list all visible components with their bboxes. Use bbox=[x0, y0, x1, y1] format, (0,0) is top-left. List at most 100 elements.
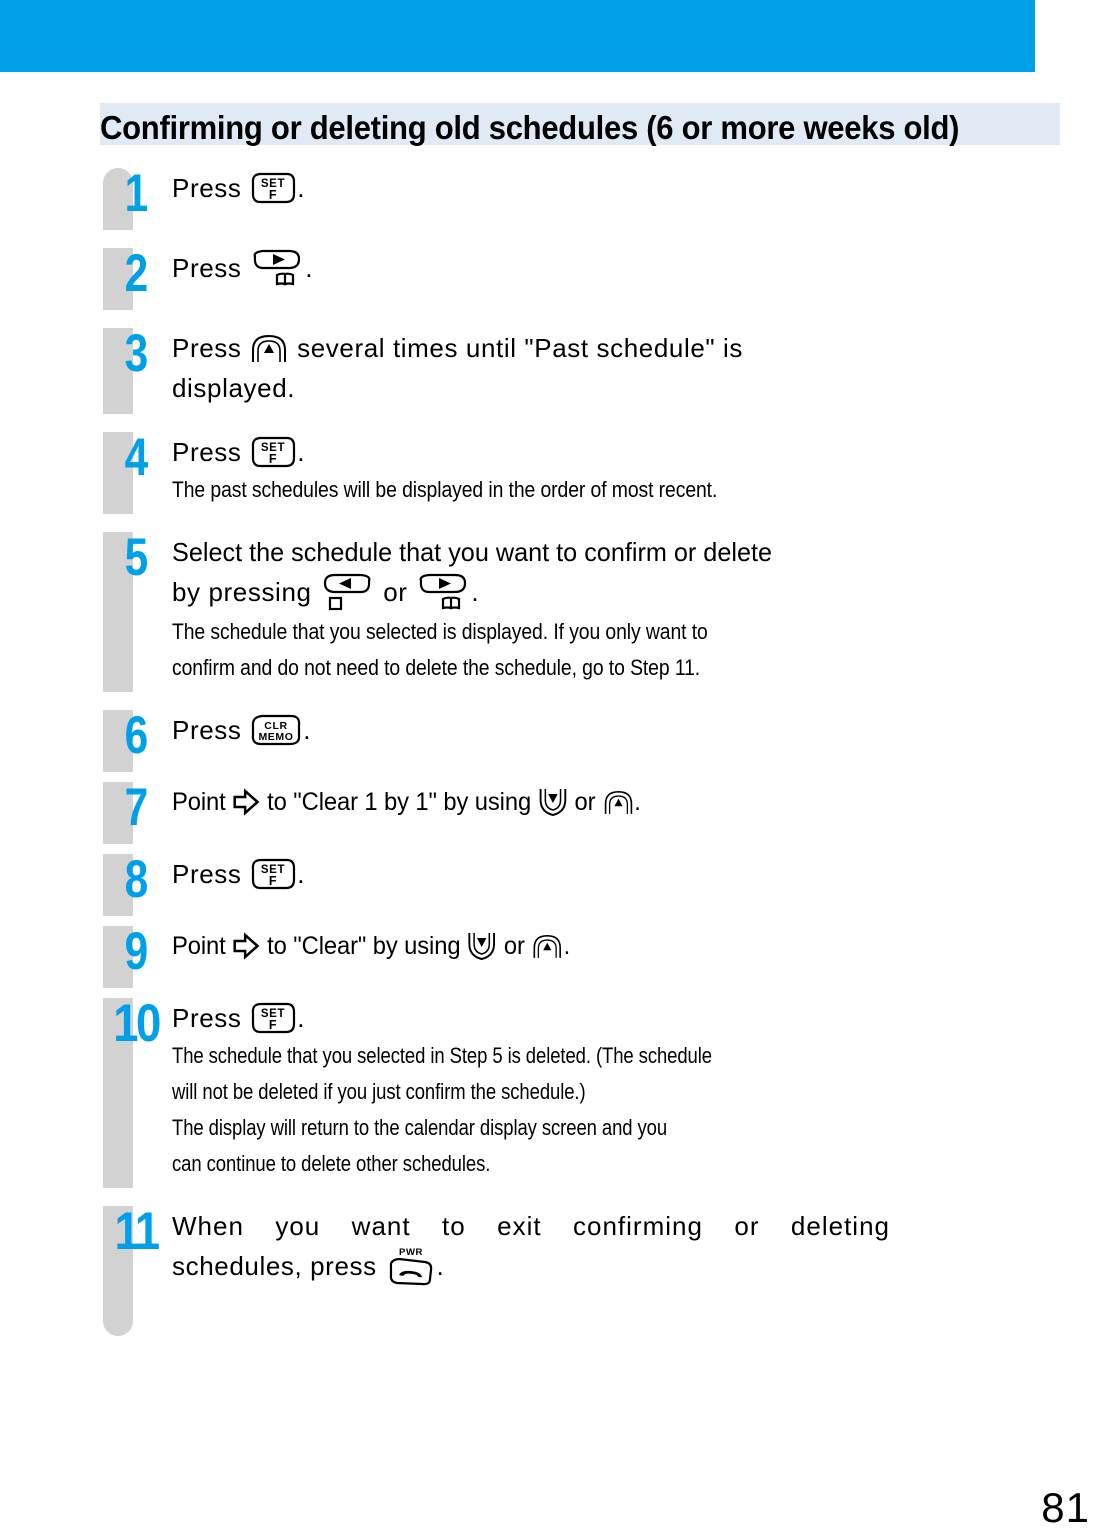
step-instruction: Press . bbox=[172, 248, 313, 290]
svg-text:F: F bbox=[269, 1018, 277, 1032]
step-gap bbox=[0, 916, 1104, 927]
step-item: 10 Press SET F. The schedule that you sel… bbox=[0, 994, 1104, 1189]
step-instruction-b: to "Clear 1 by 1" by using bbox=[260, 788, 538, 817]
step-number: 11 bbox=[114, 1202, 160, 1262]
step-number: 3 bbox=[124, 324, 149, 383]
step-instruction-suffix: . bbox=[297, 859, 306, 890]
step-item: 4 Press SET F. The past schedules will be… bbox=[0, 428, 1104, 514]
step-note: can continue to delete other schedules. bbox=[172, 1151, 491, 1177]
clr-memo-key-icon: CLR MEMO bbox=[249, 713, 303, 747]
step-instruction-prefix: Press bbox=[172, 253, 250, 283]
svg-text:F: F bbox=[269, 874, 277, 888]
step-body: Press SET F. bbox=[172, 168, 335, 230]
set-f-key-icon: SET F bbox=[249, 857, 297, 891]
step-instruction-line2-a: schedules, press bbox=[172, 1251, 385, 1282]
page-number: 81 bbox=[1041, 1484, 1090, 1531]
step-body: Point to "Clear 1 by 1" by using or . bbox=[172, 782, 695, 844]
step-instruction-prefix: Press bbox=[172, 437, 250, 467]
step-gap bbox=[0, 844, 1104, 855]
step-number: 2 bbox=[124, 244, 149, 303]
step-instruction-line2-b: or bbox=[375, 577, 416, 607]
step-instruction-suffix: . bbox=[305, 253, 314, 283]
left-arrow-card-key-icon bbox=[319, 572, 375, 612]
step-instruction-prefix: Press bbox=[172, 859, 250, 890]
pointer-arrow-icon bbox=[232, 931, 261, 960]
step-instruction-d: . bbox=[634, 788, 641, 817]
step-instruction: Press SET F. bbox=[172, 168, 305, 208]
step-number: 10 bbox=[113, 994, 161, 1054]
step-instruction: Point to "Clear 1 by 1" by using or . bbox=[172, 782, 641, 822]
step-instruction: When you want to exit confirming or dele… bbox=[172, 1211, 890, 1242]
right-arrow-book-key-icon bbox=[249, 248, 305, 288]
up-arrow-key-icon bbox=[531, 931, 563, 961]
step-body: Press SET F. bbox=[172, 854, 335, 916]
top-banner-bar bbox=[0, 0, 1035, 72]
step-instruction-b: to "Clear" by using bbox=[260, 932, 467, 961]
set-f-key-icon: SET F bbox=[249, 435, 297, 469]
step-instruction-suffix: . bbox=[297, 1003, 306, 1034]
step-item: 6 Press CLR MEMO. bbox=[0, 709, 1104, 773]
svg-text:F: F bbox=[269, 188, 277, 202]
step-note: The past schedules will be displayed in … bbox=[172, 477, 718, 502]
step-gap bbox=[0, 230, 1104, 248]
step-instruction: Press SET F. bbox=[172, 854, 305, 894]
step-gap bbox=[0, 414, 1104, 432]
step-number: 4 bbox=[124, 428, 149, 487]
step-instruction: Press SET F. bbox=[172, 432, 792, 472]
step-note: The display will return to the calendar … bbox=[172, 1115, 668, 1141]
power-key-icon: PWR bbox=[385, 1244, 437, 1288]
step-body: When you want to exit confirming or dele… bbox=[172, 1206, 920, 1336]
right-arrow-book-key-icon bbox=[415, 572, 471, 612]
step-instruction-suffix: . bbox=[297, 173, 306, 203]
step-item: 8 Press SET F. bbox=[0, 850, 1104, 917]
svg-text:F: F bbox=[269, 452, 277, 466]
step-instruction-a: Point bbox=[172, 788, 233, 817]
step-instruction: Point to "Clear" by using or . bbox=[172, 926, 570, 966]
step-number: 9 bbox=[124, 922, 149, 982]
step-instruction-suffix: . bbox=[297, 437, 306, 467]
step-instruction-line2-c: . bbox=[436, 1251, 445, 1282]
step-instruction: Press several times until "Past schedule… bbox=[172, 328, 743, 368]
step-gap bbox=[0, 1188, 1104, 1207]
step-number: 1 bbox=[124, 164, 149, 223]
down-arrow-key-icon bbox=[467, 930, 497, 962]
step-instruction-line2-c: . bbox=[471, 577, 480, 607]
step-instruction-line2: by pressing or . bbox=[172, 572, 791, 614]
pointer-arrow-icon bbox=[232, 787, 261, 816]
steps-list: 1 Press SET F. 2 Press . 3 Press several … bbox=[0, 164, 1104, 1337]
step-item: 2 Press . bbox=[0, 244, 1104, 310]
step-number: 8 bbox=[124, 850, 149, 910]
step-instruction-line2: displayed. bbox=[172, 373, 296, 403]
step-gap bbox=[0, 988, 1104, 999]
up-arrow-key-icon bbox=[249, 331, 289, 365]
step-body: Press several times until "Past schedule… bbox=[172, 328, 773, 414]
svg-text:MEMO: MEMO bbox=[259, 731, 294, 743]
step-instruction-prefix: Press bbox=[172, 1003, 250, 1034]
step-gap bbox=[0, 514, 1104, 532]
step-body: Press CLR MEMO. bbox=[172, 710, 341, 772]
step-instruction-a: Point bbox=[172, 932, 233, 961]
step-body: Point to "Clear" by using or . bbox=[172, 926, 621, 988]
step-item: 1 Press SET F. bbox=[0, 164, 1104, 230]
up-arrow-key-icon bbox=[602, 787, 634, 817]
step-instruction-line2-a: by pressing bbox=[172, 577, 320, 607]
svg-text:PWR: PWR bbox=[399, 1247, 423, 1258]
step-item: 9 Point to "Clear" by using or . bbox=[0, 922, 1104, 989]
step-instruction-prefix: Press bbox=[172, 173, 250, 203]
step-body: Press SET F. The schedule that you select… bbox=[172, 998, 845, 1188]
step-instruction-mid: several times until "Past schedule" is bbox=[289, 333, 744, 363]
step-item: 11 When you want to exit confirming or d… bbox=[0, 1202, 1104, 1337]
step-instruction-d: . bbox=[563, 932, 571, 961]
step-instruction-prefix: Press bbox=[172, 333, 250, 363]
step-body: Press . bbox=[172, 248, 343, 310]
step-instruction-c: or bbox=[497, 932, 532, 961]
down-arrow-key-icon bbox=[538, 786, 568, 818]
step-body: Press SET F. The past schedules will be d… bbox=[172, 432, 822, 514]
step-note: The schedule that you selected in Step 5… bbox=[172, 1043, 712, 1069]
step-item: 5 Select the schedule that you want to c… bbox=[0, 531, 1104, 693]
step-gap bbox=[0, 772, 1104, 783]
step-instruction-c: or bbox=[568, 788, 602, 817]
page-title: Confirming or deleting old schedules (6 … bbox=[100, 109, 960, 146]
set-f-key-icon: SET F bbox=[249, 1001, 297, 1035]
set-f-key-icon: SET F bbox=[249, 171, 297, 205]
